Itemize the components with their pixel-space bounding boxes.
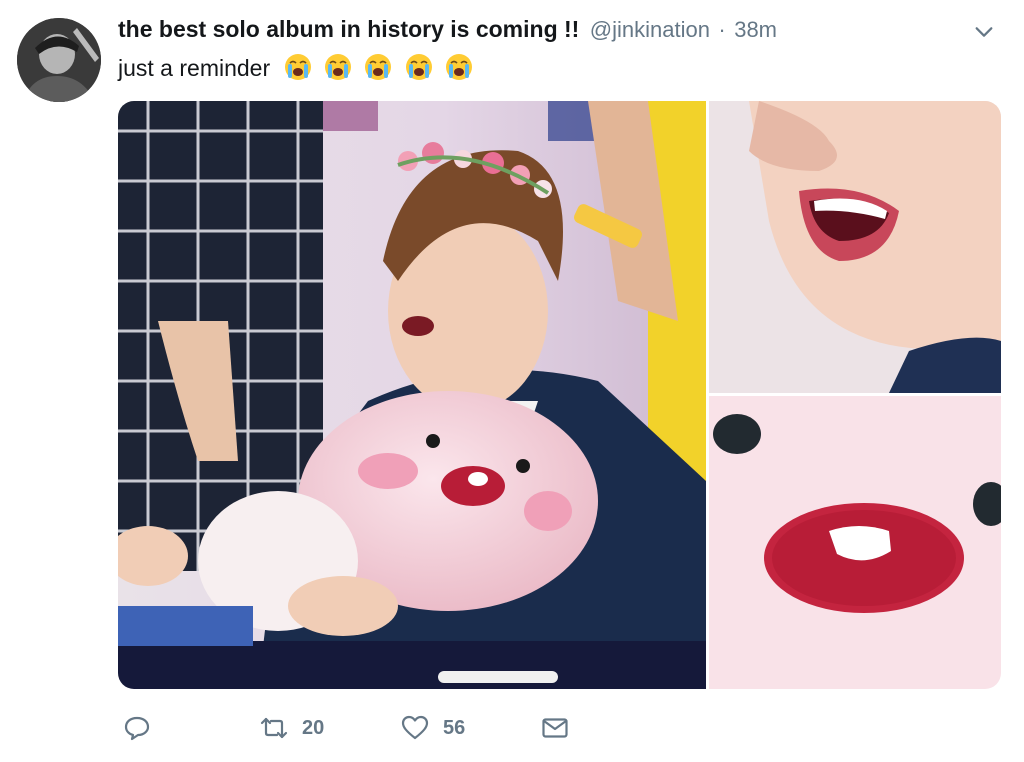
envelope-icon: [542, 718, 568, 738]
reply-icon: [124, 716, 150, 741]
chevron-down-icon[interactable]: [970, 18, 998, 46]
photo-plush-closeup[interactable]: [709, 396, 1001, 689]
retweet-icon: [260, 717, 288, 739]
tweet[interactable]: the best solo album in history is coming…: [0, 0, 1024, 762]
loudly-crying-face-icon: [284, 54, 311, 80]
loudly-crying-face-icon: [365, 54, 392, 80]
retweet-count: 20: [302, 716, 325, 739]
display-name[interactable]: the best solo album in history is coming…: [118, 16, 579, 42]
loudly-crying-face-icon: [324, 54, 351, 80]
tweet-actions: 20 56: [118, 708, 638, 748]
like-count: 56: [443, 716, 466, 739]
retweet-button[interactable]: 20: [260, 708, 324, 748]
timestamp[interactable]: 38m: [734, 17, 777, 42]
tweet-header: the best solo album in history is coming…: [118, 16, 1004, 46]
photo-main[interactable]: [118, 101, 706, 689]
loudly-crying-face-icon: [446, 54, 473, 80]
user-handle[interactable]: @jinkination: [590, 17, 710, 42]
like-button[interactable]: 56: [401, 708, 465, 748]
separator-dot: ·: [718, 17, 726, 42]
direct-message-button[interactable]: [541, 708, 569, 748]
tweet-text-content: just a reminder: [118, 55, 271, 81]
heart-icon: [401, 715, 429, 740]
photo-mouth-closeup[interactable]: [709, 101, 1001, 393]
avatar[interactable]: [17, 18, 101, 102]
tweet-text: just a reminder: [118, 52, 478, 82]
reply-button[interactable]: [123, 708, 151, 748]
loudly-crying-face-icon: [405, 54, 432, 80]
media-grid: [118, 101, 1001, 689]
